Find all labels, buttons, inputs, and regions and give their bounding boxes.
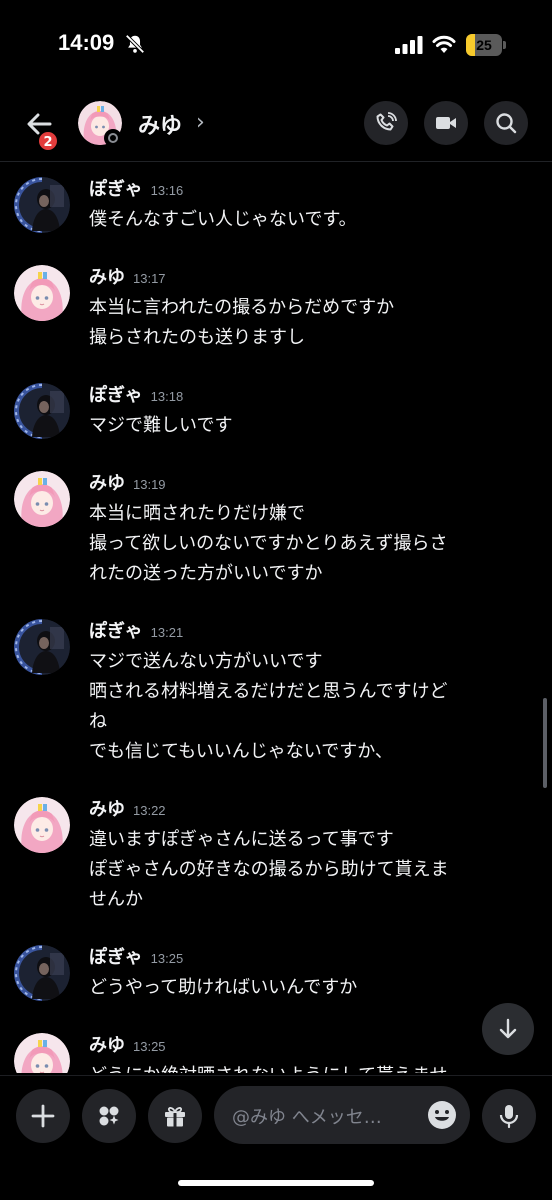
message-header: ぽぎゃ 13:18 xyxy=(89,381,183,407)
home-indicator xyxy=(178,1180,374,1186)
message-text-line: どうやって助ければいいんですか xyxy=(89,977,358,998)
battery-level: 25 xyxy=(476,37,492,53)
wifi-icon xyxy=(432,35,456,53)
message-item[interactable]: ぽぎゃ 13:16 僕そんなすごい人じゃないです。 xyxy=(0,175,552,235)
message-text-line: ぽぎゃさんの好きなの撮るから助けて貰えま xyxy=(89,859,449,880)
message-content: どうにか絶対晒されないようにして貰えませんか xyxy=(89,1061,534,1073)
message-item[interactable]: みゆ 13:25 どうにか絶対晒されないようにして貰えませんか xyxy=(0,1031,552,1073)
avatar[interactable] xyxy=(14,265,70,321)
search-icon xyxy=(496,113,517,134)
message-text-line: 本当に晒されたりだけ嫌で xyxy=(89,503,305,524)
message-timestamp: 13:16 xyxy=(150,183,184,198)
message-content: 違いますぽぎゃさんに送るって事ですぽぎゃさんの好きなの撮るから助けて貰えま せんか xyxy=(89,825,534,915)
avatar[interactable] xyxy=(14,1033,70,1073)
message-author[interactable]: ぽぎゃ xyxy=(89,179,143,200)
message-text-line: マジで送んない方がいいです xyxy=(89,651,323,672)
video-call-button[interactable] xyxy=(424,101,468,145)
chat-header: 2 みゆ › xyxy=(0,92,552,162)
message-text-line: マジで難しいです xyxy=(89,415,233,436)
video-icon xyxy=(436,117,456,129)
apps-button[interactable] xyxy=(82,1089,136,1143)
message-timestamp: 13:25 xyxy=(150,951,184,966)
avatar[interactable] xyxy=(14,471,70,527)
message-header: みゆ 13:19 xyxy=(89,469,166,495)
message-item[interactable]: みゆ 13:22 違いますぽぎゃさんに送るって事ですぽぎゃさんの好きなの撮るから助け… xyxy=(0,795,552,915)
message-text-line: ね xyxy=(89,711,107,732)
message-input-container[interactable]: @みゆ へメッセ… xyxy=(214,1086,470,1144)
message-timestamp: 13:17 xyxy=(133,271,166,286)
avatar[interactable] xyxy=(14,177,70,233)
cellular-signal-icon xyxy=(395,36,423,54)
avatar[interactable] xyxy=(14,945,70,1001)
message-input[interactable]: @みゆ へメッセ… xyxy=(232,1103,420,1129)
message-content: マジで送んない方がいいです晒される材料増えるだけだと思うんですけどねでも信じても… xyxy=(89,647,534,767)
message-content: マジで難しいです xyxy=(89,411,534,441)
chevron-right-icon[interactable]: › xyxy=(196,110,205,135)
arrow-down-icon xyxy=(499,1018,517,1039)
status-time: 14:09 xyxy=(58,30,115,55)
message-author[interactable]: みゆ xyxy=(89,799,125,820)
voice-message-button[interactable] xyxy=(482,1089,536,1143)
message-item[interactable]: みゆ 13:17 本当に言われたの撮るからだめですか 撮らされたのも送りますし xyxy=(0,263,552,353)
message-text-line: でも信じてもいいんじゃないですか、 xyxy=(89,741,393,762)
message-text-line: 違いますぽぎゃさんに送るって事です xyxy=(89,829,394,850)
message-content: 本当に晒されたりだけ嫌で撮って欲しいのないですかとりあえず撮らさ れたの送った方が… xyxy=(89,499,534,589)
message-item[interactable]: みゆ 13:19 本当に晒されたりだけ嫌で撮って欲しいのないですかとりあえず撮らされ… xyxy=(0,469,552,589)
add-attachment-button[interactable] xyxy=(16,1089,70,1143)
message-header: みゆ 13:22 xyxy=(89,795,166,821)
message-header: みゆ 13:25 xyxy=(89,1031,166,1057)
gift-button[interactable] xyxy=(148,1089,202,1143)
message-content: 僕そんなすごい人じゃないです。 xyxy=(89,205,534,235)
message-item[interactable]: ぽぎゃ 13:18 マジで難しいです xyxy=(0,381,552,441)
message-header: ぽぎゃ 13:16 xyxy=(89,175,183,201)
jump-to-latest-button[interactable] xyxy=(482,1003,534,1055)
message-timestamp: 13:22 xyxy=(133,803,166,818)
message-author[interactable]: みゆ xyxy=(89,473,125,494)
message-timestamp: 13:18 xyxy=(150,389,184,404)
message-text-line: れたの送った方がいいですか xyxy=(89,563,323,584)
plus-icon xyxy=(31,1104,55,1128)
message-author[interactable]: ぽぎゃ xyxy=(89,621,143,642)
scrollbar[interactable] xyxy=(543,698,547,788)
message-timestamp: 13:21 xyxy=(150,625,184,640)
presence-status-icon xyxy=(104,129,122,147)
call-icon xyxy=(376,112,397,131)
message-content: 本当に言われたの撮るからだめですか 撮らされたのも送りますし xyxy=(89,293,534,353)
status-bar: 14:09 25 xyxy=(0,0,552,90)
message-text-line: せんか xyxy=(89,889,143,910)
avatar[interactable] xyxy=(14,383,70,439)
message-author[interactable]: みゆ xyxy=(89,1035,125,1056)
message-header: ぽぎゃ 13:21 xyxy=(89,617,183,643)
message-text-line: どうにか絶対晒されないようにして貰えませ xyxy=(89,1061,534,1073)
gift-icon xyxy=(165,1107,185,1127)
message-timestamp: 13:25 xyxy=(133,1039,166,1054)
message-text-line: 晒される材料増えるだけだと思うんですけど xyxy=(89,681,448,702)
message-text-line: 撮って欲しいのないですかとりあえず撮らさ xyxy=(89,533,448,554)
message-author[interactable]: ぽぎゃ xyxy=(89,385,143,406)
message-author[interactable]: みゆ xyxy=(89,267,125,288)
message-item[interactable]: ぽぎゃ 13:25 どうやって助ければいいんですか xyxy=(0,943,552,1003)
message-content: どうやって助ければいいんですか xyxy=(89,973,534,1003)
message-author[interactable]: ぽぎゃ xyxy=(89,947,143,968)
unread-badge: 2 xyxy=(37,130,59,152)
bell-off-icon xyxy=(125,34,145,54)
emoji-icon[interactable] xyxy=(426,1099,458,1131)
message-text-line: 僕そんなすごい人じゃないです。 xyxy=(89,209,357,230)
channel-name[interactable]: みゆ xyxy=(138,108,182,140)
apps-icon xyxy=(99,1106,119,1126)
battery-indicator: 25 xyxy=(466,34,506,56)
search-button[interactable] xyxy=(484,101,528,145)
microphone-icon xyxy=(499,1105,519,1129)
message-item[interactable]: ぽぎゃ 13:21 マジで送んない方がいいです晒される材料増えるだけだと思うんですけ… xyxy=(0,617,552,767)
message-text-line: 撮らされたのも送りますし xyxy=(89,327,305,348)
message-text-line: 本当に言われたの撮るからだめですか xyxy=(89,297,395,318)
voice-call-button[interactable] xyxy=(364,101,408,145)
message-timestamp: 13:19 xyxy=(133,477,166,492)
message-header: ぽぎゃ 13:25 xyxy=(89,943,183,969)
message-list[interactable]: ぽぎゃ 13:16 僕そんなすごい人じゃないです。 みゆ 13:17 本当に言われたの撮る… xyxy=(0,163,552,1073)
message-header: みゆ 13:17 xyxy=(89,263,166,289)
avatar[interactable] xyxy=(14,619,70,675)
avatar[interactable] xyxy=(14,797,70,853)
